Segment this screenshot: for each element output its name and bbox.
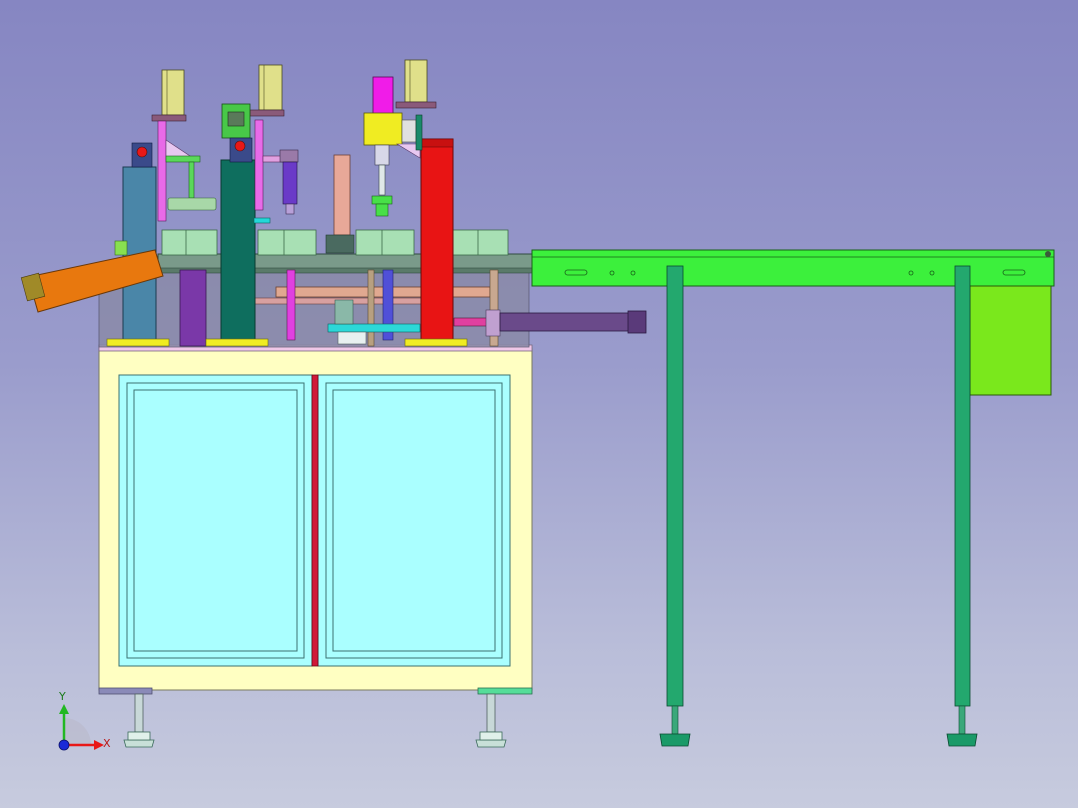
- coordinate-triad: Y X: [58, 690, 111, 751]
- conveyor-belt: [531, 249, 1055, 287]
- y-axis-label: Y: [58, 690, 66, 703]
- machine-cabinet: [98, 344, 533, 695]
- z-axis-dot: [58, 739, 70, 751]
- cad-viewport[interactable]: Y X: [0, 0, 1078, 808]
- cabinet-leveling-foot-left: [123, 693, 155, 748]
- cabinet-leveling-foot-right: [475, 693, 507, 748]
- x-axis-label: X: [103, 737, 111, 750]
- cabinet-left-door: [118, 374, 313, 667]
- cabinet-right-door: [317, 374, 511, 667]
- mechanism-table-plate: [157, 253, 537, 271]
- red-column: [420, 138, 454, 344]
- door-divider: [311, 374, 319, 667]
- conveyor-bin: [969, 285, 1052, 396]
- upper-mechanism: [20, 59, 647, 348]
- yellow-block: [363, 112, 403, 146]
- teal-column: [220, 159, 256, 344]
- conveyor-leg-left: [659, 265, 691, 747]
